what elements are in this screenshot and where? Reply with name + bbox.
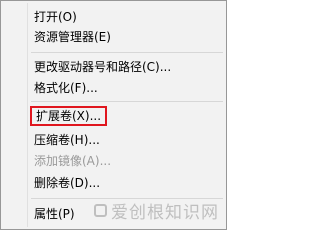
menu-item-delete-volume[interactable]: 删除卷(D)... (34, 173, 100, 193)
menu-item-shrink-volume[interactable]: 压缩卷(H)... (34, 130, 100, 150)
menu-item-open[interactable]: 打开(O) (34, 7, 77, 27)
menu-item-add-mirror: 添加镜像(A)... (34, 154, 112, 168)
menu-item-properties[interactable]: 属性(P) (34, 204, 75, 224)
menu-icon-gutter (27, 3, 28, 227)
watermark: 爱创根知识网 (94, 198, 219, 223)
menu-item-format[interactable]: 格式化(F)... (34, 78, 98, 98)
menu-separator (31, 101, 223, 102)
menu-item-extend-volume[interactable]: 扩展卷(X)... (30, 106, 108, 126)
context-menu: 打开(O) 资源管理器(E) 更改驱动器号和路径(C)... 格式化(F)...… (0, 0, 227, 230)
menu-item-change-drive-letter[interactable]: 更改驱动器号和路径(C)... (34, 57, 171, 77)
menu-item-explorer[interactable]: 资源管理器(E) (34, 27, 111, 47)
watermark-logo-icon (94, 204, 107, 217)
watermark-text: 爱创根知识网 (111, 203, 219, 223)
menu-separator (31, 52, 223, 53)
